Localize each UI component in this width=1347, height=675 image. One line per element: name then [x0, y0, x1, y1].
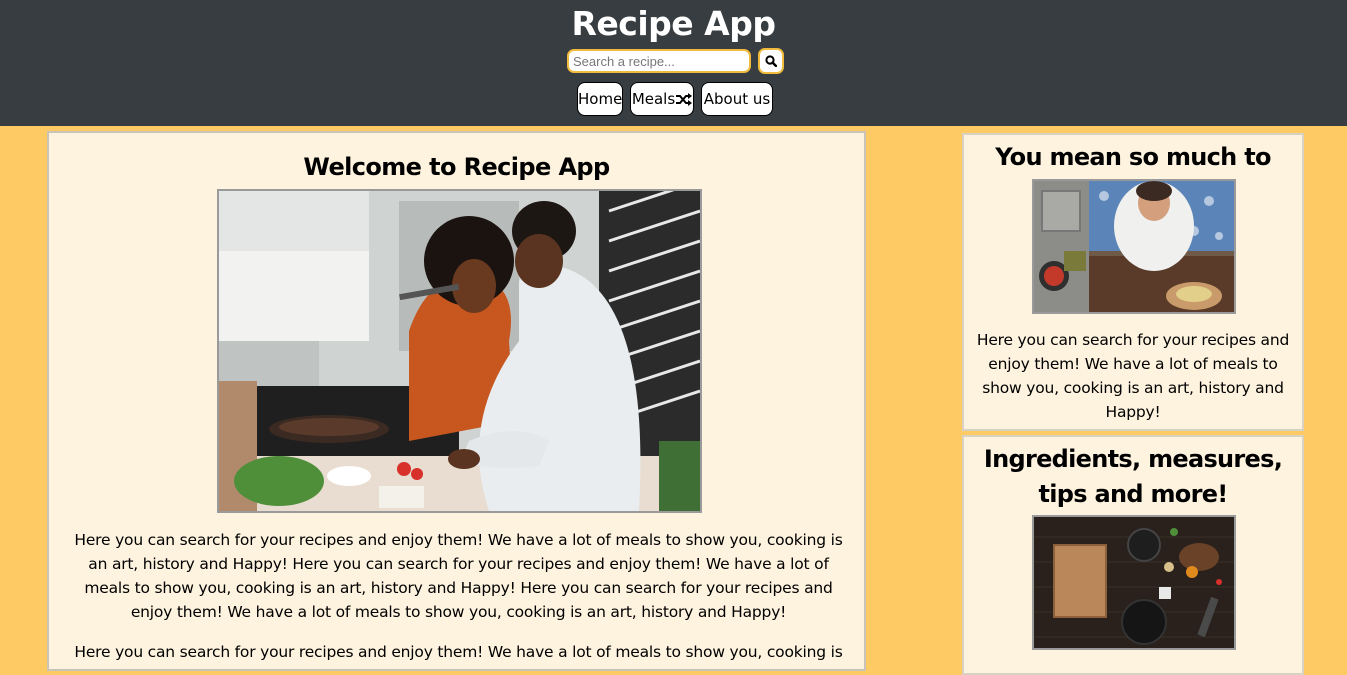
search-icon [765, 55, 777, 67]
nav-meals-button[interactable]: Meals [630, 82, 694, 116]
search-input[interactable] [567, 49, 751, 73]
nav-home-button[interactable]: Home [577, 82, 623, 116]
welcome-card: Welcome to Recipe App Here you can searc… [47, 131, 866, 671]
sidebar-card-thanks: You mean so much to us! Here you can sea… [962, 133, 1304, 431]
welcome-paragraph: Here you can search for your recipes and… [74, 531, 843, 621]
search-button[interactable] [758, 48, 784, 74]
sidebar-card-text: Here you can search for your recipes and… [976, 331, 1290, 421]
ingredients-image [1032, 515, 1236, 650]
shuffle-icon [676, 93, 693, 106]
nav-home-label: Home [578, 90, 623, 108]
nav-about-label: About us [703, 90, 771, 108]
sidebar-card-title: Ingredients, measures, tips and more! [983, 445, 1283, 508]
welcome-paragraph: Here you can search for your recipes and… [74, 643, 843, 661]
site-header: Recipe App Home Meals About us [0, 0, 1347, 126]
app-title: Recipe App [571, 4, 776, 43]
nav-about-button[interactable]: About us [701, 82, 773, 116]
woman-cooking-image [1032, 179, 1236, 314]
welcome-title: Welcome to Recipe App [303, 153, 610, 181]
nav-meals-label: Meals [631, 90, 676, 108]
sidebar-card-ingredients: Ingredients, measures, tips and more! [962, 435, 1304, 675]
couple-cooking-image [217, 189, 702, 513]
